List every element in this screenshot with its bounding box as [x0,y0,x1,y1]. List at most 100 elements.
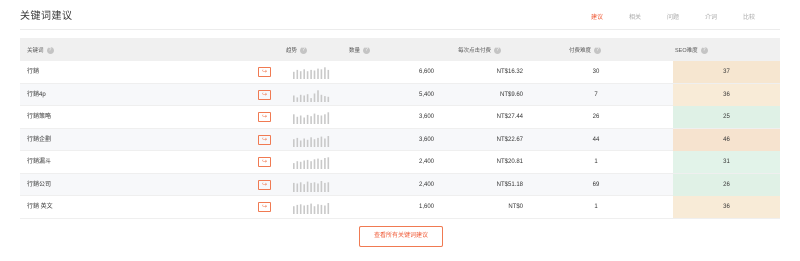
trend-bar [317,137,319,147]
table-body: 行銷 ↪ 6,600 NT$16.32 30 37 行銷4p ↪ 5,400 NT$9.60 7 36… [20,61,780,219]
trend-bar [320,159,323,169]
volume-cell: 6,600 [418,69,434,75]
keyword-table: 关键词? 趋势? 数量? 每次点击付费? 付费难度? SEO难度? 行銷 ↪ 6,6… [20,38,780,219]
keyword-cell[interactable]: 行銷漏斗 [27,151,51,173]
trend-sparkline [292,111,330,125]
table-row[interactable]: 行銷 英文 ↪ 1,600 NT$0 1 36 [20,196,780,219]
help-icon[interactable]: ? [594,46,602,54]
trend-bar [317,204,319,215]
trend-bar [327,112,330,124]
trend-bar [306,71,309,79]
column-header-trend[interactable]: 趋势? [286,46,308,54]
trend-bar [320,115,323,124]
trend-bar [327,69,330,79]
trend-bar [327,96,330,102]
volume-cell: 1,600 [418,204,434,210]
table-row[interactable]: 行銷公司 ↪ 2,400 NT$51.18 69 26 [20,173,780,196]
trend-bar [293,182,295,192]
trend-bar [299,94,302,102]
tab-0[interactable]: 建议 [578,12,616,21]
trend-bar [306,159,309,169]
trend-bar [303,183,305,192]
table-row[interactable]: 行銷策略 ↪ 3,600 NT$27.44 26 25 [20,106,780,129]
help-icon[interactable]: ? [494,46,502,54]
external-arrow-icon[interactable]: ↪ [258,67,271,77]
view-all-suggestions-button[interactable]: 查看所有关键词建议 [359,226,443,247]
trend-bar [303,117,305,124]
tab-1[interactable]: 相关 [616,12,654,21]
external-arrow-icon[interactable]: ↪ [258,157,271,167]
keyword-cell[interactable]: 行銷公司 [27,174,51,196]
table-row[interactable]: 行銷企劃 ↪ 3,600 NT$22.67 44 46 [20,128,780,151]
column-header-paid-difficulty[interactable]: 付费难度? [569,46,602,54]
seo-difficulty-cell: 46 [673,128,780,151]
cpc-cell: NT$0 [508,204,523,210]
external-arrow-icon[interactable]: ↪ [258,112,271,122]
keyword-cell[interactable]: 行銷 [27,61,39,83]
help-icon[interactable]: ? [46,46,54,54]
trend-bar [324,67,326,79]
keyword-cell[interactable]: 行銷企劃 [27,129,51,151]
trend-bar [324,95,326,102]
tab-2[interactable]: 问题 [654,12,692,21]
table-row[interactable]: 行銷漏斗 ↪ 2,400 NT$20.81 1 31 [20,151,780,174]
trend-bar [296,183,299,192]
cpc-cell: NT$16.32 [496,69,523,75]
trend-bar [320,69,323,80]
trend-bar [293,95,295,102]
trend-bar [299,161,302,169]
trend-bar [320,94,323,102]
trend-bar [303,95,305,102]
trend-sparkline [292,66,330,80]
column-header-volume[interactable]: 数量? [349,46,371,54]
volume-cell: 2,400 [418,159,434,165]
paid-difficulty-cell: 1 [594,204,598,210]
page-title: 关键词建议 [20,11,73,22]
trend-bar [293,71,295,79]
keyword-cell[interactable]: 行銷策略 [27,106,51,128]
suggestion-tabs: 建议 相关 问题 介词 比较 [578,12,768,21]
trend-bar [306,204,309,214]
trend-bar [313,206,316,214]
external-arrow-icon[interactable]: ↪ [258,179,271,190]
column-header-cpc[interactable]: 每次点击付费? [458,46,502,54]
table-row[interactable]: 行銷 ↪ 6,600 NT$16.32 30 37 [20,61,780,84]
trend-bar [306,93,309,102]
trend-bar [324,205,326,214]
trend-bar [296,116,299,124]
tab-4[interactable]: 比较 [730,12,768,21]
trend-bar [310,182,312,192]
keyword-cell[interactable]: 行銷4p [27,84,46,106]
trend-bar [313,159,316,170]
seo-difficulty-cell: 36 [673,196,780,218]
trend-bar [324,158,326,169]
paid-difficulty-cell: 7 [594,91,598,98]
trend-bar [299,140,302,147]
help-icon[interactable]: ? [700,46,708,54]
keyword-cell[interactable]: 行銷 英文 [27,196,53,218]
seo-difficulty-cell: 31 [673,151,780,173]
volume-cell: 5,400 [418,91,434,98]
trend-bar [320,136,323,147]
trend-bar [296,69,299,79]
trend-bar [296,161,299,169]
help-icon[interactable]: ? [363,46,371,54]
trend-sparkline [292,201,330,215]
tab-3[interactable]: 介词 [692,12,730,21]
trend-bar [299,115,302,124]
column-header-seo-difficulty[interactable]: SEO难度? [675,46,708,54]
trend-bar [320,180,323,192]
trend-bar [327,135,330,147]
help-icon[interactable]: ? [300,46,308,54]
trend-bar [299,204,302,215]
paid-difficulty-cell: 44 [592,136,600,143]
column-header-keyword[interactable]: 关键词? [27,46,54,54]
trend-bar [310,161,312,169]
external-arrow-icon[interactable]: ↪ [258,89,271,100]
table-row[interactable]: 行銷4p ↪ 5,400 NT$9.60 7 36 [20,83,780,106]
trend-bar [293,114,295,125]
trend-bar [293,138,295,147]
external-arrow-icon[interactable]: ↪ [258,134,271,145]
external-arrow-icon[interactable]: ↪ [258,202,271,212]
volume-cell: 2,400 [418,181,434,188]
